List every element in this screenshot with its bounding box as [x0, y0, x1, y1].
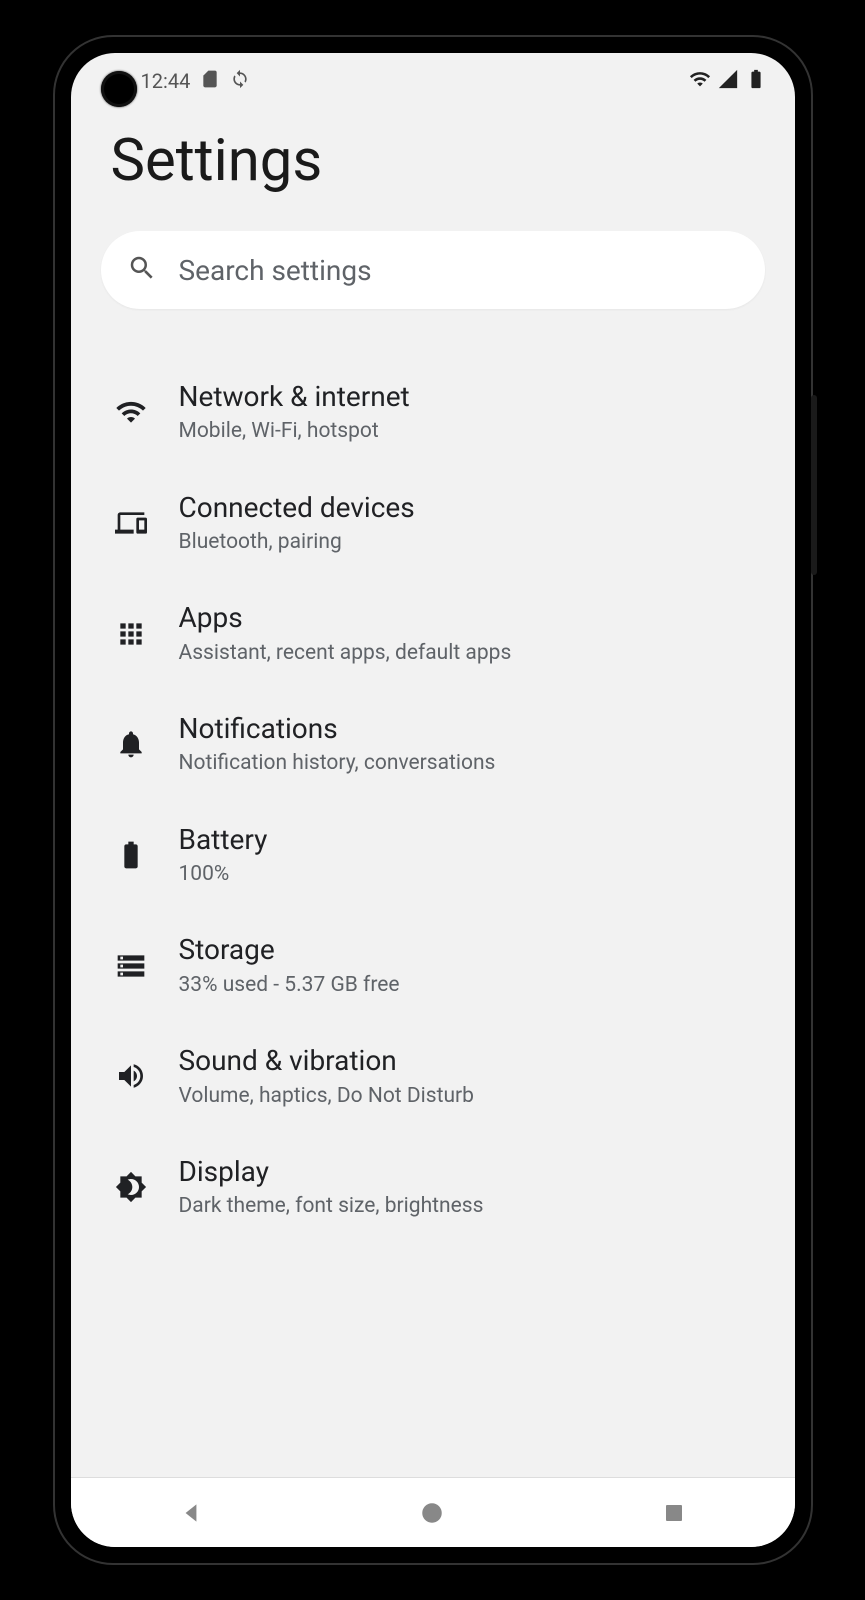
settings-item-subtitle: Assistant, recent apps, default apps: [179, 640, 765, 667]
settings-item-apps[interactable]: Apps Assistant, recent apps, default app…: [71, 578, 795, 689]
settings-item-connected-devices[interactable]: Connected devices Bluetooth, pairing: [71, 468, 795, 579]
status-bar: 12:44: [71, 59, 795, 103]
settings-item-text: Apps Assistant, recent apps, default app…: [169, 600, 765, 667]
battery-icon: [745, 68, 767, 95]
settings-item-text: Display Dark theme, font size, brightnes…: [169, 1154, 765, 1221]
settings-item-subtitle: Notification history, conversations: [179, 750, 765, 777]
front-camera: [101, 71, 137, 107]
search-bar[interactable]: Search settings: [101, 231, 765, 309]
apps-icon: [101, 618, 161, 650]
settings-item-text: Connected devices Bluetooth, pairing: [169, 490, 765, 557]
settings-item-text: Network & internet Mobile, Wi-Fi, hotspo…: [169, 379, 765, 446]
battery-icon: [101, 839, 161, 871]
status-time: 12:44: [141, 69, 191, 93]
settings-item-title: Storage: [179, 932, 765, 968]
nav-back-button[interactable]: [141, 1488, 241, 1538]
settings-item-network[interactable]: Network & internet Mobile, Wi-Fi, hotspo…: [71, 357, 795, 468]
settings-item-subtitle: Dark theme, font size, brightness: [179, 1193, 765, 1220]
phone-frame: 12:44 Settings: [53, 35, 813, 1565]
settings-item-subtitle: 100%: [179, 861, 765, 888]
settings-item-title: Display: [179, 1154, 765, 1190]
devices-icon: [101, 507, 161, 539]
settings-item-notifications[interactable]: Notifications Notification history, conv…: [71, 689, 795, 800]
sd-card-icon: [200, 69, 220, 94]
settings-item-text: Sound & vibration Volume, haptics, Do No…: [169, 1043, 765, 1110]
brightness-icon: [101, 1171, 161, 1203]
status-bar-left: 12:44: [141, 69, 251, 94]
volume-icon: [101, 1060, 161, 1092]
settings-item-text: Storage 33% used - 5.37 GB free: [169, 932, 765, 999]
settings-item-sound[interactable]: Sound & vibration Volume, haptics, Do No…: [71, 1021, 795, 1132]
settings-item-title: Notifications: [179, 711, 765, 747]
nav-home-button[interactable]: [382, 1488, 482, 1538]
settings-item-title: Battery: [179, 822, 765, 858]
nav-recent-button[interactable]: [624, 1488, 724, 1538]
settings-item-subtitle: 33% used - 5.37 GB free: [179, 972, 765, 999]
settings-item-battery[interactable]: Battery 100%: [71, 800, 795, 911]
signal-icon: [717, 68, 739, 95]
storage-icon: [101, 950, 161, 982]
settings-list[interactable]: Network & internet Mobile, Wi-Fi, hotspo…: [71, 335, 795, 1477]
settings-item-title: Sound & vibration: [179, 1043, 765, 1079]
settings-item-subtitle: Bluetooth, pairing: [179, 529, 765, 556]
wifi-icon: [101, 396, 161, 428]
search-placeholder: Search settings: [179, 254, 372, 287]
settings-item-storage[interactable]: Storage 33% used - 5.37 GB free: [71, 910, 795, 1021]
sync-icon: [230, 69, 250, 94]
search-icon: [127, 253, 157, 287]
status-bar-right: [689, 68, 767, 95]
phone-side-button: [811, 395, 817, 575]
phone-screen: 12:44 Settings: [71, 53, 795, 1547]
settings-item-title: Connected devices: [179, 490, 765, 526]
settings-item-display[interactable]: Display Dark theme, font size, brightnes…: [71, 1132, 795, 1243]
settings-item-title: Apps: [179, 600, 765, 636]
settings-item-subtitle: Mobile, Wi-Fi, hotspot: [179, 418, 765, 445]
settings-item-subtitle: Volume, haptics, Do Not Disturb: [179, 1083, 765, 1110]
settings-item-text: Notifications Notification history, conv…: [169, 711, 765, 778]
page-title: Settings: [71, 103, 795, 231]
navigation-bar: Wallpaper & style: [71, 1477, 795, 1547]
bell-icon: [101, 728, 161, 760]
wifi-icon: [689, 68, 711, 95]
settings-item-text: Battery 100%: [169, 822, 765, 889]
settings-item-title: Network & internet: [179, 379, 765, 415]
